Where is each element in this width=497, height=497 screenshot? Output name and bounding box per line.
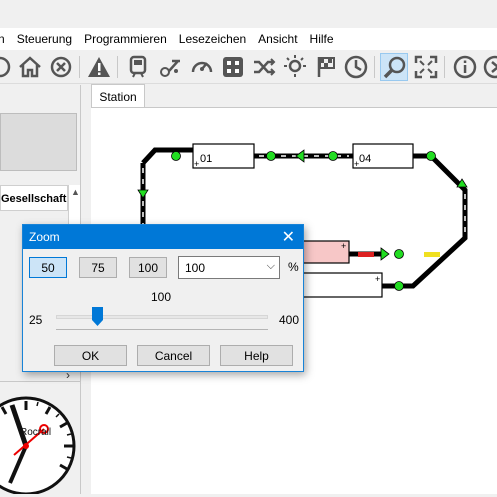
zoom-slider-track[interactable] <box>56 315 268 319</box>
stop-icon[interactable] <box>47 53 75 81</box>
slider-tick-line <box>56 329 268 331</box>
zoom-select[interactable]: 100 ⌵ <box>178 256 280 279</box>
home-icon[interactable] <box>16 53 44 81</box>
warning-icon[interactable] <box>85 53 113 81</box>
cancel-button[interactable]: Cancel <box>137 345 210 366</box>
zoom-icon[interactable] <box>380 53 408 81</box>
clock-brand-label: Rocrail <box>20 427 51 438</box>
ok-button[interactable]: OK <box>54 345 127 366</box>
light-icon[interactable] <box>281 53 309 81</box>
sensor-dot[interactable] <box>266 151 276 161</box>
toolbar-separator <box>117 56 118 78</box>
dialog-title-bar[interactable]: Zoom ✕ <box>23 225 303 249</box>
scroll-up-icon[interactable]: ▲ <box>71 187 80 197</box>
menu-hilfe[interactable]: Hilfe <box>304 32 340 46</box>
zoom-50-button[interactable]: 50 <box>29 257 67 278</box>
toolbar-separator <box>79 56 80 78</box>
locomotive-icon[interactable] <box>156 53 184 81</box>
zoom-unit-label: % <box>288 260 299 274</box>
sensor-dot[interactable] <box>328 151 338 161</box>
left-panel-blank-area <box>0 113 77 171</box>
flag-icon[interactable] <box>312 53 340 81</box>
signal-icon[interactable] <box>295 149 305 163</box>
toolbar <box>0 50 497 84</box>
train-icon[interactable] <box>124 53 152 81</box>
slider-min-label: 25 <box>29 313 43 327</box>
column-header-gesellschaft[interactable]: Gesellschaft <box>0 185 68 211</box>
toolbar-separator <box>444 56 445 78</box>
power-icon[interactable] <box>0 53 14 81</box>
divider <box>0 381 80 382</box>
block-01-plus: + <box>194 159 199 169</box>
occupied-segment <box>358 252 374 257</box>
zoom-dialog: Zoom ✕ 50 75 100 100 ⌵ % 100 25 400 OK C… <box>22 224 304 372</box>
chevron-down-icon[interactable]: ⌵ <box>267 260 275 273</box>
sensor-dot[interactable] <box>394 249 404 259</box>
menu-steuerung[interactable]: Steuerung <box>11 32 78 46</box>
reserved-segment <box>424 252 440 257</box>
fullscreen-icon[interactable] <box>412 53 440 81</box>
sensor-dot[interactable] <box>394 281 404 291</box>
help-button[interactable]: Help <box>220 345 293 366</box>
slider-max-label: 400 <box>279 313 300 327</box>
menu-item-partial[interactable]: n <box>0 32 11 46</box>
toolbar-separator <box>374 56 375 78</box>
block-occupied-plus: + <box>341 241 346 251</box>
signal-icon[interactable] <box>380 247 390 261</box>
menu-ansicht[interactable]: Ansicht <box>252 32 303 46</box>
block-lower[interactable] <box>290 272 383 298</box>
dialog-title: Zoom <box>29 230 60 244</box>
menu-lesezeichen[interactable]: Lesezeichen <box>173 32 252 46</box>
zoom-slider-thumb[interactable] <box>92 307 103 326</box>
block-04-plus: + <box>354 159 359 169</box>
block-lower-plus: + <box>375 274 380 284</box>
clock-icon[interactable] <box>342 53 370 81</box>
grid-icon[interactable] <box>219 53 247 81</box>
zoom-75-button[interactable]: 75 <box>79 257 117 278</box>
shuffle-icon[interactable] <box>250 53 278 81</box>
close-icon[interactable]: ✕ <box>282 227 295 247</box>
tab-station[interactable]: Station <box>91 84 145 108</box>
sensor-dot[interactable] <box>426 151 436 161</box>
menu-programmieren[interactable]: Programmieren <box>78 32 173 46</box>
zoom-current-value: 100 <box>151 290 172 304</box>
station-clock: Rocrail <box>0 385 80 496</box>
speedometer-icon[interactable] <box>188 53 216 81</box>
block-04-label: 04 <box>359 153 371 165</box>
menu-bar: n Steuerung Programmieren Lesezeichen An… <box>0 28 497 50</box>
next-icon[interactable] <box>481 53 497 81</box>
sensor-dot[interactable] <box>171 151 181 161</box>
block-01-label: 01 <box>200 153 212 165</box>
zoom-select-value: 100 <box>185 261 206 275</box>
signal-icon[interactable] <box>137 189 149 199</box>
info-icon[interactable] <box>451 53 479 81</box>
zoom-100-button[interactable]: 100 <box>129 257 167 278</box>
